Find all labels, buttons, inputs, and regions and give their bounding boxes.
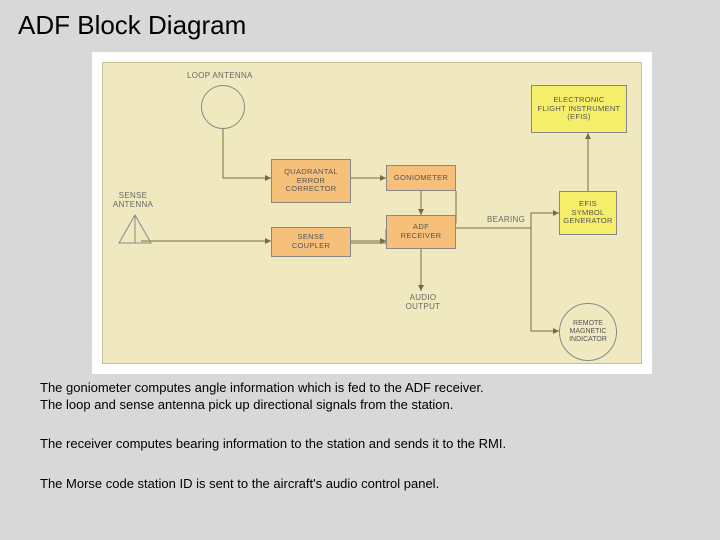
block-rmi: REMOTE MAGNETIC INDICATOR	[559, 303, 617, 361]
loop-antenna-label: LOOP ANTENNA	[187, 71, 253, 80]
block-goniometer: GONIOMETER	[386, 165, 456, 191]
block-sense-coupler: SENSE COUPLER	[271, 227, 351, 257]
caption-block-1: The goniometer computes angle informatio…	[40, 380, 484, 414]
bearing-label: BEARING	[487, 215, 525, 224]
sense-antenna-icon	[115, 213, 155, 254]
block-quadrantal-error-corrector: QUADRANTAL ERROR CORRECTOR	[271, 159, 351, 203]
caption-line-1a: The goniometer computes angle informatio…	[40, 380, 484, 397]
loop-antenna-icon	[201, 85, 245, 129]
diagram-container: LOOP ANTENNA SENSE ANTENNA QUADRANTAL ER…	[92, 52, 652, 374]
sense-antenna-label: SENSE ANTENNA	[109, 191, 157, 209]
caption-block-3: The Morse code station ID is sent to the…	[40, 476, 439, 493]
block-efis-symbol-generator: EFIS SYMBOL GENERATOR	[559, 191, 617, 235]
audio-output-label: AUDIO OUTPUT	[403, 293, 443, 311]
diagram-canvas: LOOP ANTENNA SENSE ANTENNA QUADRANTAL ER…	[102, 62, 642, 364]
rmi-label: REMOTE MAGNETIC INDICATOR	[569, 320, 607, 343]
block-adf-receiver: ADF RECEIVER	[386, 215, 456, 249]
caption-line-1b: The loop and sense antenna pick up direc…	[40, 397, 484, 414]
page-title: ADF Block Diagram	[0, 0, 720, 41]
caption-block-2: The receiver computes bearing informatio…	[40, 436, 506, 453]
block-efis: ELECTRONIC FLIGHT INSTRUMENT (EFIS)	[531, 85, 627, 133]
